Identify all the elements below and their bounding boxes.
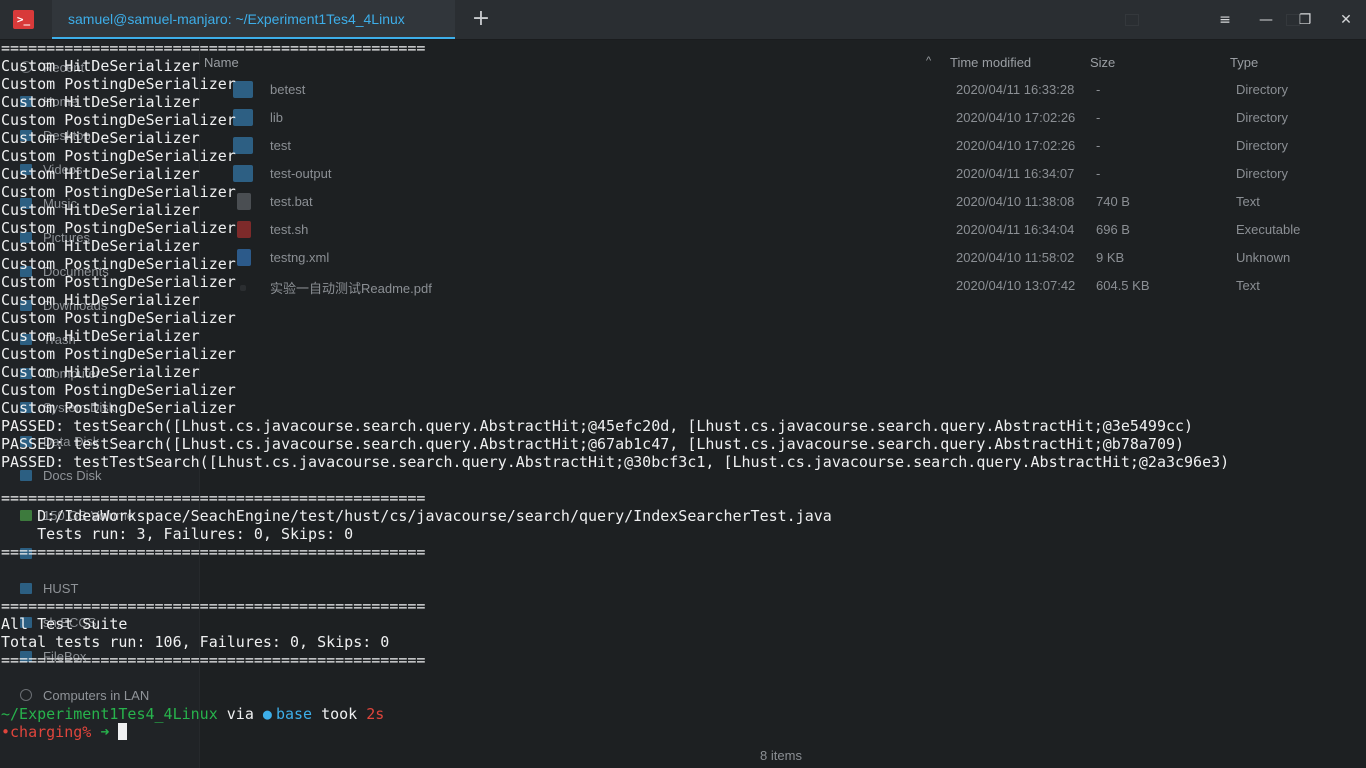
title-bar: >_ samuel@samuel-manjaro: ~/Experiment1T…: [0, 0, 1366, 40]
terminal-line: PASSED: testTestSearch([Lhust.cs.javacou…: [1, 453, 1230, 471]
terminal-line: ========================================…: [1, 651, 426, 669]
hamburger-menu-icon[interactable]: ≡: [1215, 10, 1235, 30]
terminal-line: Custom PostingDeSerializer: [1, 111, 236, 129]
terminal-line: Custom PostingDeSerializer: [1, 345, 236, 363]
terminal-line: PASSED: testSearch([Lhust.cs.javacourse.…: [1, 435, 1185, 453]
terminal-line: Custom PostingDeSerializer: [1, 381, 236, 399]
new-tab-button[interactable]: +: [470, 8, 492, 31]
terminal-line: ========================================…: [1, 39, 426, 57]
terminal-output[interactable]: ========================================…: [0, 39, 1366, 768]
terminal-line: Custom HitDeSerializer: [1, 291, 200, 309]
terminal-line: Custom PostingDeSerializer: [1, 147, 236, 165]
terminal-line: Custom PostingDeSerializer: [1, 309, 236, 327]
terminal-line: Custom HitDeSerializer: [1, 327, 200, 345]
terminal-line: Custom PostingDeSerializer: [1, 75, 236, 93]
shell-prompt-info: ~/Experiment1Tes4_4Linux via ● base took …: [1, 705, 384, 723]
terminal-line: PASSED: testSearch([Lhust.cs.javacourse.…: [1, 417, 1194, 435]
prompt-via: via: [217, 705, 263, 723]
terminal-line: ========================================…: [1, 543, 426, 561]
terminal-line: ========================================…: [1, 489, 426, 507]
close-icon[interactable]: ✕: [1336, 10, 1356, 30]
command-duration: 2s: [366, 705, 385, 723]
terminal-line: Custom PostingDeSerializer: [1, 399, 236, 417]
terminal-line: All Test Suite: [1, 615, 128, 633]
terminal-line: Custom PostingDeSerializer: [1, 183, 236, 201]
tab-terminal-session[interactable]: samuel@samuel-manjaro: ~/Experiment1Tes4…: [52, 0, 455, 39]
ghost-view-icon: [1125, 14, 1139, 26]
conda-env: base: [275, 705, 313, 723]
terminal-line: Custom PostingDeSerializer: [1, 219, 236, 237]
prompt-path: ~/Experiment1Tes4_4Linux: [1, 705, 218, 723]
text-cursor: [118, 723, 128, 740]
terminal-line: Custom HitDeSerializer: [1, 237, 200, 255]
terminal-line: Custom HitDeSerializer: [1, 363, 200, 381]
terminal-line: Total tests run: 106, Failures: 0, Skips…: [1, 633, 390, 651]
terminal-line: D:/IdeaWorkspace/SeachEngine/test/hust/c…: [1, 507, 832, 525]
terminal-line: Custom HitDeSerializer: [1, 201, 200, 219]
maximize-icon[interactable]: ❐: [1295, 10, 1315, 30]
terminal-line: Custom HitDeSerializer: [1, 129, 200, 147]
terminal-line: Custom HitDeSerializer: [1, 93, 200, 111]
prompt-took: took: [312, 705, 367, 723]
terminal-line: ========================================…: [1, 597, 426, 615]
terminal-line: Custom PostingDeSerializer: [1, 255, 236, 273]
terminal-line: Custom HitDeSerializer: [1, 57, 200, 75]
prompt-arrow: ➜: [91, 723, 119, 741]
terminal-line: Tests run: 3, Failures: 0, Skips: 0: [1, 525, 354, 543]
minimize-icon[interactable]: —: [1256, 10, 1276, 30]
git-branch: •charging%: [1, 723, 92, 741]
shell-prompt-input[interactable]: •charging% ➜: [1, 723, 128, 741]
terminal-app-icon[interactable]: >_: [13, 10, 34, 29]
terminal-line: Custom HitDeSerializer: [1, 165, 200, 183]
conda-icon: ●: [262, 705, 272, 723]
terminal-line: Custom PostingDeSerializer: [1, 273, 236, 291]
